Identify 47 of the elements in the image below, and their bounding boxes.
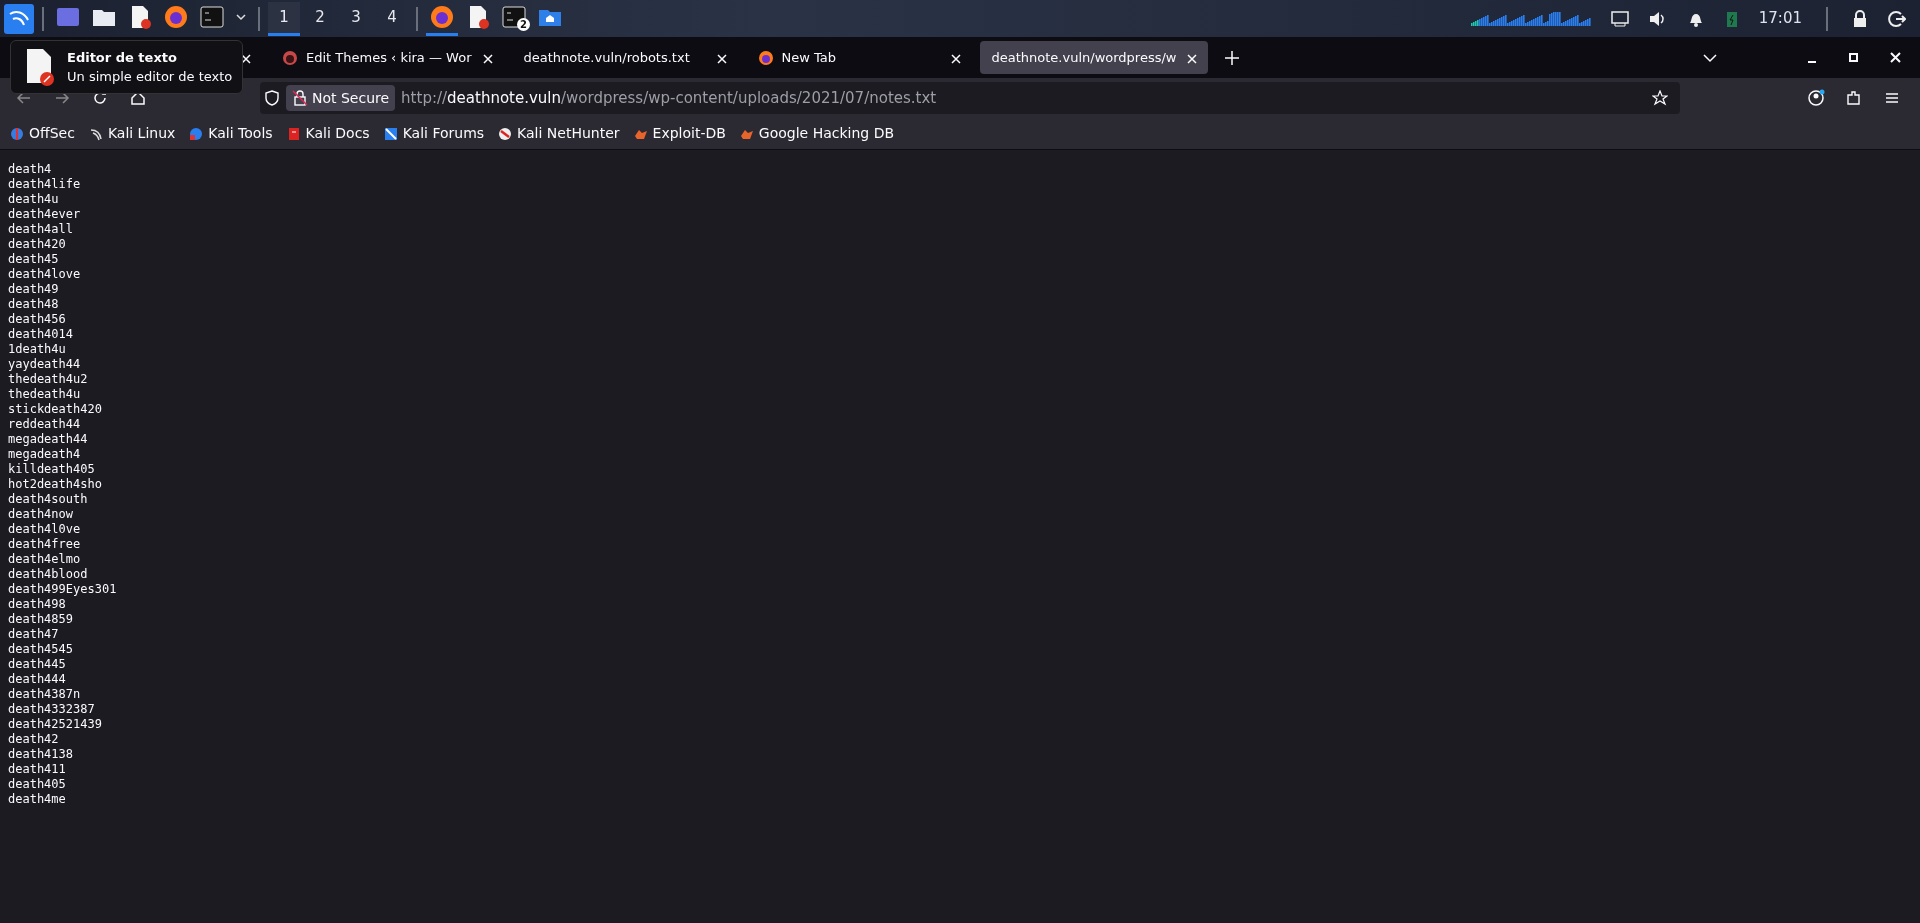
text-line: reddeath44 xyxy=(8,417,81,432)
text-line: megadeath44 xyxy=(8,432,88,447)
text-line: killdeath405 xyxy=(8,462,95,477)
text-line: death4now xyxy=(8,507,74,522)
tooltip-subtitle: Un simple editor de texto xyxy=(67,68,233,86)
text-line: death456 xyxy=(8,312,66,327)
text-line: stickdeath420 xyxy=(8,402,102,417)
text-line: death4859 xyxy=(8,612,74,627)
text-line: death4elmo xyxy=(8,552,81,567)
text-line: death47 xyxy=(8,627,59,642)
text-line: death4all xyxy=(8,222,74,237)
text-line: death4 xyxy=(8,162,52,177)
text-line: death4138 xyxy=(8,747,74,762)
text-line: death45 xyxy=(8,252,59,267)
text-line: death4south xyxy=(8,492,88,507)
text-line: death42521439 xyxy=(8,717,102,732)
text-line: death4me xyxy=(8,792,66,807)
text-line: death49 xyxy=(8,282,59,297)
text-line: thedeath4u2 xyxy=(8,372,88,387)
text-line: death444 xyxy=(8,672,66,687)
text-line: death405 xyxy=(8,777,66,792)
text-line: death4free xyxy=(8,537,81,552)
url-text: http://deathnote.vuln/wordpress/wp-content/uploads/2021/07/notes.txt xyxy=(401,87,937,109)
text-line: death498 xyxy=(8,597,66,612)
text-line: death499Eyes301 xyxy=(8,582,117,597)
text-line: megadeath4 xyxy=(8,447,81,462)
text-line: death420 xyxy=(8,237,66,252)
text-line: death4l0ve xyxy=(8,522,81,537)
tooltip-title: Editor de texto xyxy=(67,48,177,67)
text-line: death4blood xyxy=(8,567,88,582)
text-line: death4u xyxy=(8,192,59,207)
text-line: death4332387 xyxy=(8,702,95,717)
text-line: death4love xyxy=(8,267,81,282)
text-line: death411 xyxy=(8,762,66,777)
text-line: death48 xyxy=(8,297,59,312)
text-line: death4ever xyxy=(8,207,81,222)
text-line: hot2death4sho xyxy=(8,477,102,492)
clock: 17:01 xyxy=(1758,8,1802,30)
text-line: death4014 xyxy=(8,327,74,342)
text-line: death4545 xyxy=(8,642,74,657)
text-line: thedeath4u xyxy=(8,387,81,402)
text-line: yaydeath44 xyxy=(8,357,81,372)
text-line: death4life xyxy=(8,177,81,192)
text-line: death4387n xyxy=(8,687,81,702)
text-line: 1death4u xyxy=(8,342,66,357)
text-line: death445 xyxy=(8,657,66,672)
text-line: death42 xyxy=(8,732,59,747)
